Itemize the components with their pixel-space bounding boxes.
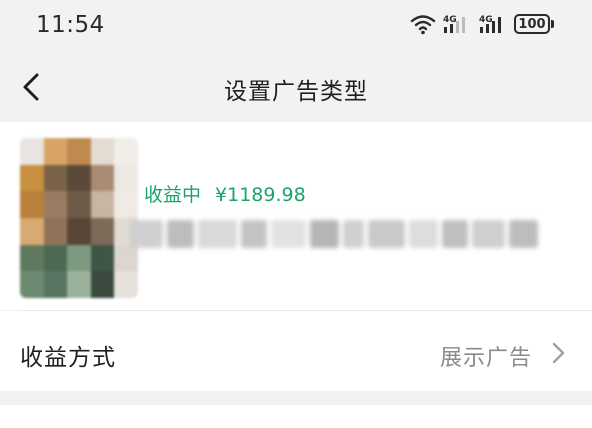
blurred-text [130, 214, 542, 254]
profile-card: 收益中 ¥1189.98 [0, 122, 592, 310]
revenue-method-row[interactable]: 收益方式 展示广告 [0, 311, 592, 391]
battery-icon: 100 [514, 13, 554, 35]
wifi-icon [410, 15, 436, 35]
status-bar: 11:54 4G 4G 100 [0, 0, 592, 52]
income-status-label: 收益中 [144, 184, 202, 206]
signal-icon: 4G [443, 15, 465, 33]
revenue-method-value: 展示广告 [439, 346, 532, 371]
next-section [0, 405, 592, 428]
avatar [20, 138, 138, 298]
nav-bar: 设置广告类型 [0, 52, 592, 122]
signal-icon: 4G [479, 15, 501, 33]
income-amount: ¥1189.98 [215, 184, 306, 206]
section-gap [0, 391, 592, 405]
revenue-method-label: 收益方式 [20, 345, 116, 371]
page-title: 设置广告类型 [224, 79, 368, 105]
network-label: 4G [443, 15, 457, 25]
chevron-right-icon [552, 342, 565, 364]
battery-level: 100 [514, 14, 550, 34]
income-status: 收益中 ¥1189.98 [144, 180, 306, 207]
status-icons: 4G 4G 100 [410, 13, 554, 35]
status-time: 11:54 [36, 12, 105, 38]
network-label: 4G [479, 15, 493, 25]
